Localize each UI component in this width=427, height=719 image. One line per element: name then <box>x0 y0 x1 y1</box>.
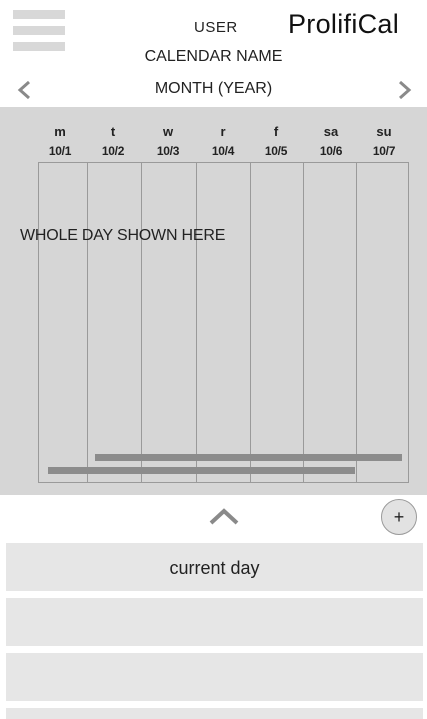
day-header-fri[interactable]: f 10/5 <box>256 124 296 158</box>
day-letter: su <box>376 124 392 139</box>
day-header-sat[interactable]: sa 10/6 <box>311 124 351 158</box>
day-date: 10/1 <box>48 144 72 158</box>
menu-line <box>13 26 65 35</box>
user-label[interactable]: USER <box>194 19 238 36</box>
day-letter: m <box>54 124 66 139</box>
chevron-up-icon[interactable] <box>208 506 240 526</box>
app-logo: ProlifiCal <box>288 9 400 39</box>
day-header-tue[interactable]: t 10/2 <box>93 124 133 158</box>
day-card[interactable] <box>6 598 423 646</box>
day-column-mon[interactable] <box>38 162 88 483</box>
day-date: 10/4 <box>211 144 235 158</box>
day-letter: t <box>110 124 116 139</box>
chevron-right-icon[interactable] <box>393 79 415 101</box>
month-label: MONTH (YEAR) <box>154 80 273 97</box>
menu-line <box>13 10 65 19</box>
day-letter: f <box>273 124 279 139</box>
day-card[interactable] <box>6 653 423 701</box>
day-column-tue[interactable] <box>87 162 142 483</box>
day-card-label: current day <box>169 558 260 578</box>
day-letter: sa <box>323 124 339 139</box>
chevron-left-icon[interactable] <box>14 79 36 101</box>
day-date: 10/7 <box>372 144 396 158</box>
day-date: 10/5 <box>264 144 288 158</box>
multi-day-event-bar[interactable] <box>48 467 355 474</box>
day-date: 10/2 <box>101 144 125 158</box>
multi-day-event-bar[interactable] <box>95 454 402 461</box>
day-header-thu[interactable]: r 10/4 <box>203 124 243 158</box>
day-card[interactable] <box>6 708 423 719</box>
whole-day-placeholder: WHOLE DAY SHOWN HERE <box>20 227 226 244</box>
day-column-thu[interactable] <box>196 162 251 483</box>
day-column-sat[interactable] <box>303 162 357 483</box>
day-card-current[interactable]: current day <box>6 543 423 591</box>
day-date: 10/6 <box>319 144 343 158</box>
day-letter: r <box>220 124 226 139</box>
day-letter: w <box>162 124 174 139</box>
calendar-name[interactable]: CALENDAR NAME <box>0 48 427 66</box>
day-header-mon[interactable]: m 10/1 <box>40 124 80 158</box>
day-header-wed[interactable]: w 10/3 <box>148 124 188 158</box>
hamburger-menu-icon[interactable] <box>13 10 65 52</box>
day-header-sun[interactable]: su 10/7 <box>364 124 404 158</box>
week-view: m 10/1 t 10/2 w 10/3 r 10/4 f 10/5 sa 10… <box>0 107 427 495</box>
add-event-button[interactable]: + <box>381 499 417 535</box>
day-column-fri[interactable] <box>250 162 304 483</box>
day-column-wed[interactable] <box>141 162 197 483</box>
day-date: 10/3 <box>156 144 180 158</box>
day-column-sun[interactable] <box>356 162 409 483</box>
